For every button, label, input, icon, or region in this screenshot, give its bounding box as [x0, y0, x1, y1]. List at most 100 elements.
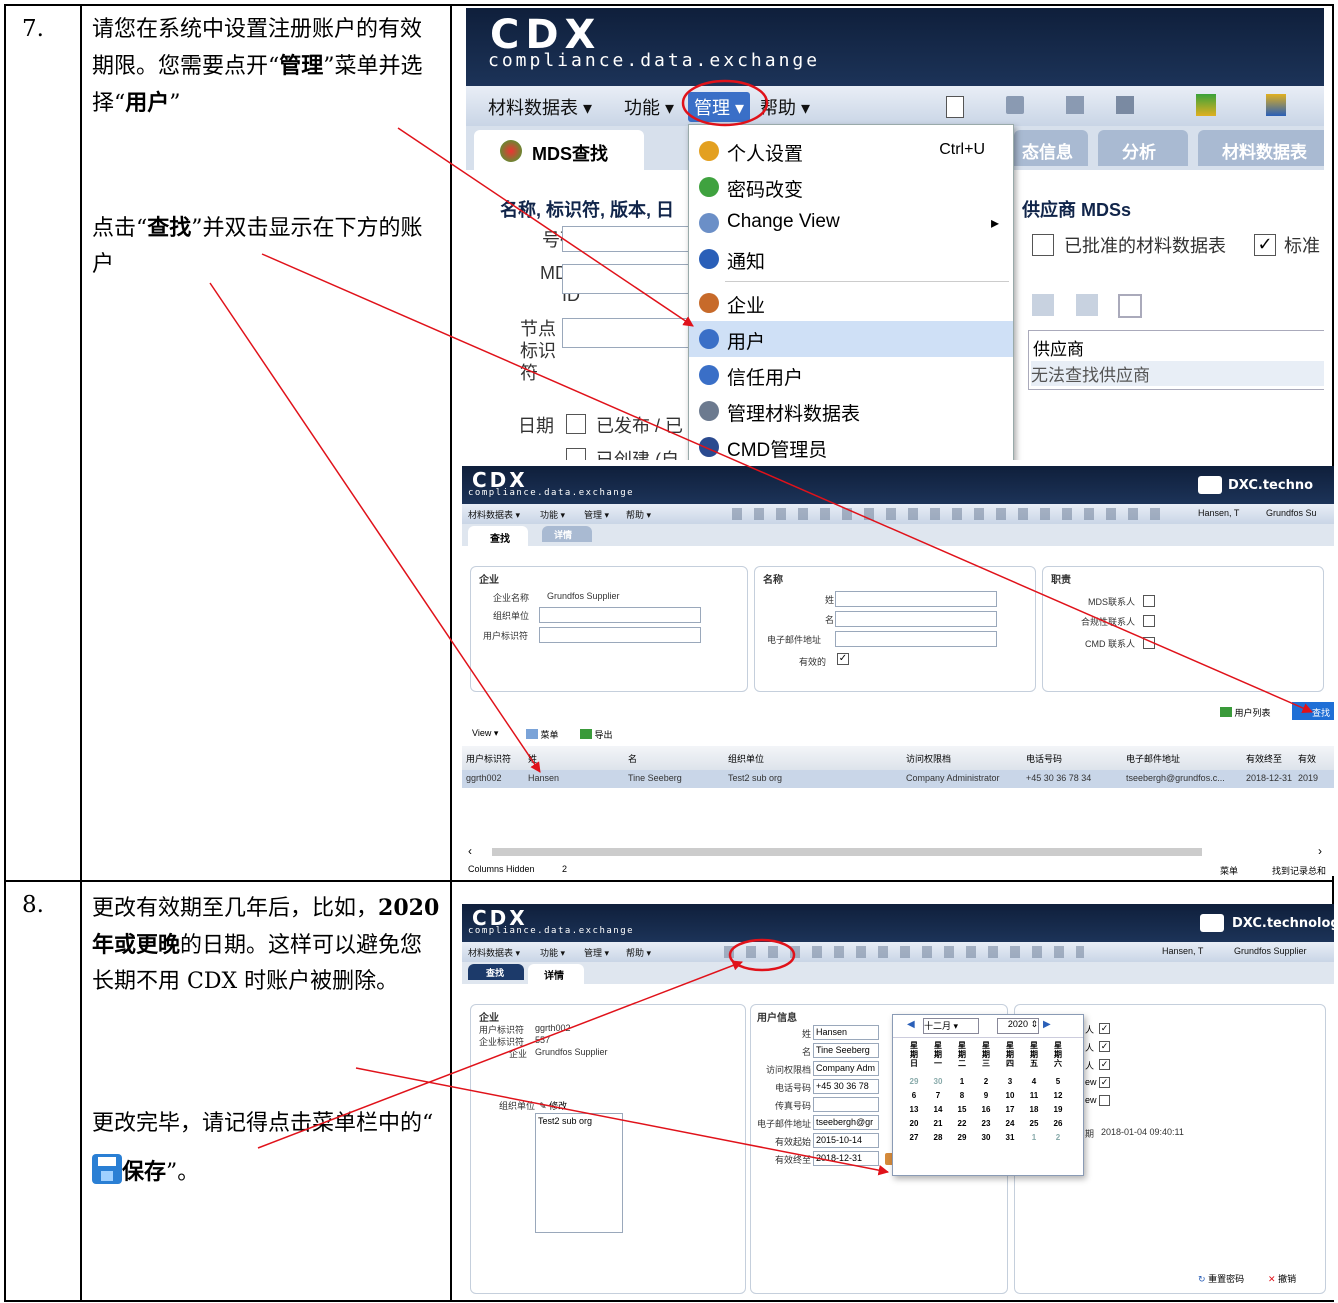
- column-header[interactable]: 电子邮件地址: [1126, 752, 1180, 765]
- access-profile-input[interactable]: Company Adm: [813, 1061, 879, 1076]
- new-icon[interactable]: [946, 96, 964, 118]
- role-checkbox[interactable]: ✓: [1099, 1077, 1110, 1088]
- calendar-day[interactable]: 12: [1047, 1091, 1069, 1100]
- next-month-arrow[interactable]: ▶: [1043, 1019, 1051, 1030]
- menu-button[interactable]: 菜单: [526, 728, 559, 741]
- calendar-day[interactable]: 31: [999, 1133, 1021, 1142]
- user-name[interactable]: Hansen, T: [1162, 946, 1203, 956]
- calendar-day[interactable]: 9: [975, 1091, 997, 1100]
- cmd-contact-checkbox[interactable]: [1143, 637, 1155, 649]
- dropdown-item-4[interactable]: 企业: [689, 285, 1013, 321]
- export-icon[interactable]: [1116, 96, 1134, 114]
- tab-detail[interactable]: 详情: [528, 964, 584, 984]
- calendar-day[interactable]: 22: [951, 1119, 973, 1128]
- upload-icon[interactable]: [1266, 94, 1286, 116]
- calendar-day[interactable]: 8: [951, 1091, 973, 1100]
- role-checkbox[interactable]: ✓: [1099, 1059, 1110, 1070]
- save-icon[interactable]: [1118, 294, 1142, 318]
- dropdown-item-2[interactable]: Change View ▸: [689, 205, 1013, 241]
- calendar-day[interactable]: 2: [975, 1077, 997, 1086]
- valid-from-input[interactable]: 2015-10-14: [813, 1133, 879, 1148]
- column-header[interactable]: 姓: [528, 752, 537, 765]
- menu-admin[interactable]: 管理 ▾: [688, 92, 751, 122]
- save-icon[interactable]: [1006, 96, 1024, 114]
- email-input[interactable]: tseebergh@gr: [813, 1115, 879, 1130]
- number-input[interactable]: [562, 226, 692, 252]
- calendar-day[interactable]: 21: [927, 1119, 949, 1128]
- table-row[interactable]: ggrth002 Hansen Tine Seeberg Test2 sub org C…: [462, 770, 1334, 788]
- calendar-day[interactable]: 18: [1023, 1105, 1045, 1114]
- menu-material-datasheet[interactable]: 材料数据表 ▾: [468, 946, 520, 959]
- user-id-input[interactable]: [539, 627, 701, 643]
- add-icon[interactable]: [1032, 294, 1054, 316]
- compliance-contact-checkbox[interactable]: [1143, 615, 1155, 627]
- column-header[interactable]: 电话号码: [1026, 752, 1062, 765]
- dropdown-item-6[interactable]: 信任用户: [689, 357, 1013, 393]
- approved-checkbox[interactable]: [1032, 234, 1054, 256]
- edit-org-button[interactable]: ✎ 修改: [539, 1099, 567, 1112]
- tab-status-info[interactable]: 态信息: [1014, 130, 1088, 166]
- mds-contact-checkbox[interactable]: [1143, 595, 1155, 607]
- menu-help[interactable]: 帮助 ▾: [626, 946, 651, 959]
- standard-checkbox[interactable]: ✓: [1254, 234, 1276, 256]
- menu-help[interactable]: 帮助 ▾: [626, 508, 651, 521]
- month-select[interactable]: 十二月 ▾: [923, 1018, 979, 1034]
- calendar-day[interactable]: 23: [975, 1119, 997, 1128]
- first-name-input[interactable]: [835, 611, 997, 627]
- menu-functions[interactable]: 功能 ▾: [624, 94, 674, 120]
- dropdown-item-1[interactable]: 密码改变: [689, 169, 1013, 205]
- last-name-input[interactable]: [835, 591, 997, 607]
- dropdown-item-7[interactable]: 管理材料数据表: [689, 393, 1013, 429]
- calendar-day[interactable]: 24: [999, 1119, 1021, 1128]
- calendar-day[interactable]: 29: [951, 1133, 973, 1142]
- find-button[interactable]: 查找: [1292, 702, 1334, 720]
- calendar-day[interactable]: 5: [1047, 1077, 1069, 1086]
- footer-menu-button[interactable]: 菜单: [1220, 864, 1238, 876]
- calendar-day[interactable]: 19: [1047, 1105, 1069, 1114]
- tab-material-datasheet[interactable]: 材料数据表: [1198, 130, 1324, 166]
- column-header[interactable]: 有效终至: [1246, 752, 1282, 765]
- calendar-day[interactable]: 4: [1023, 1077, 1045, 1086]
- calendar-day[interactable]: 1: [1023, 1133, 1045, 1142]
- calendar-day[interactable]: 10: [999, 1091, 1021, 1100]
- calendar-day[interactable]: 25: [1023, 1119, 1045, 1128]
- menu-help[interactable]: 帮助 ▾: [760, 94, 810, 120]
- dropdown-item-8[interactable]: CMD管理员: [689, 429, 1013, 460]
- calendar-day[interactable]: 30: [975, 1133, 997, 1142]
- role-checkbox[interactable]: [1099, 1095, 1110, 1106]
- org-unit-list[interactable]: Test2 sub org: [535, 1113, 623, 1233]
- calendar-day[interactable]: 29: [903, 1077, 925, 1086]
- calendar-day[interactable]: 15: [951, 1105, 973, 1114]
- tab-analysis[interactable]: 分析: [1098, 130, 1188, 166]
- menu-material-datasheet[interactable]: 材料数据表 ▾: [468, 508, 520, 521]
- first-name-input[interactable]: Tine Seeberg: [813, 1043, 879, 1058]
- year-spinner[interactable]: 2020 ⇕: [997, 1018, 1039, 1034]
- cancel-button[interactable]: ✕ 撤销: [1268, 1272, 1296, 1285]
- calendar-day[interactable]: 11: [1023, 1091, 1045, 1100]
- menu-functions[interactable]: 功能 ▾: [540, 946, 565, 959]
- calendar-day[interactable]: 28: [927, 1133, 949, 1142]
- dropdown-item-5[interactable]: 用户: [689, 321, 1013, 357]
- last-name-input[interactable]: Hansen: [813, 1025, 879, 1040]
- calendar-day[interactable]: 13: [903, 1105, 925, 1114]
- remove-icon[interactable]: [1076, 294, 1098, 316]
- valid-checkbox[interactable]: ✓: [837, 653, 849, 665]
- menu-material-datasheet[interactable]: 材料数据表 ▾: [488, 94, 592, 120]
- mds-id-input[interactable]: [562, 264, 692, 294]
- phone-input[interactable]: +45 30 36 78: [813, 1079, 879, 1094]
- dropdown-item-3[interactable]: 通知: [689, 241, 1013, 282]
- calendar-day[interactable]: 30: [927, 1077, 949, 1086]
- menu-admin[interactable]: 管理 ▾: [584, 508, 609, 521]
- tools-icon[interactable]: [1066, 96, 1084, 114]
- email-input[interactable]: [835, 631, 997, 647]
- user-list-button[interactable]: 用户列表: [1220, 706, 1271, 719]
- tab-find[interactable]: 查找: [468, 964, 524, 980]
- calendar-day[interactable]: 6: [903, 1091, 925, 1100]
- column-header[interactable]: 有效: [1298, 752, 1316, 765]
- column-header[interactable]: 组织单位: [728, 752, 764, 765]
- tab-mds-find[interactable]: MDS查找: [474, 130, 644, 170]
- download-icon[interactable]: [1196, 94, 1216, 116]
- calendar-day[interactable]: 7: [927, 1091, 949, 1100]
- prev-month-arrow[interactable]: ◀: [907, 1019, 915, 1030]
- calendar-day[interactable]: 27: [903, 1133, 925, 1142]
